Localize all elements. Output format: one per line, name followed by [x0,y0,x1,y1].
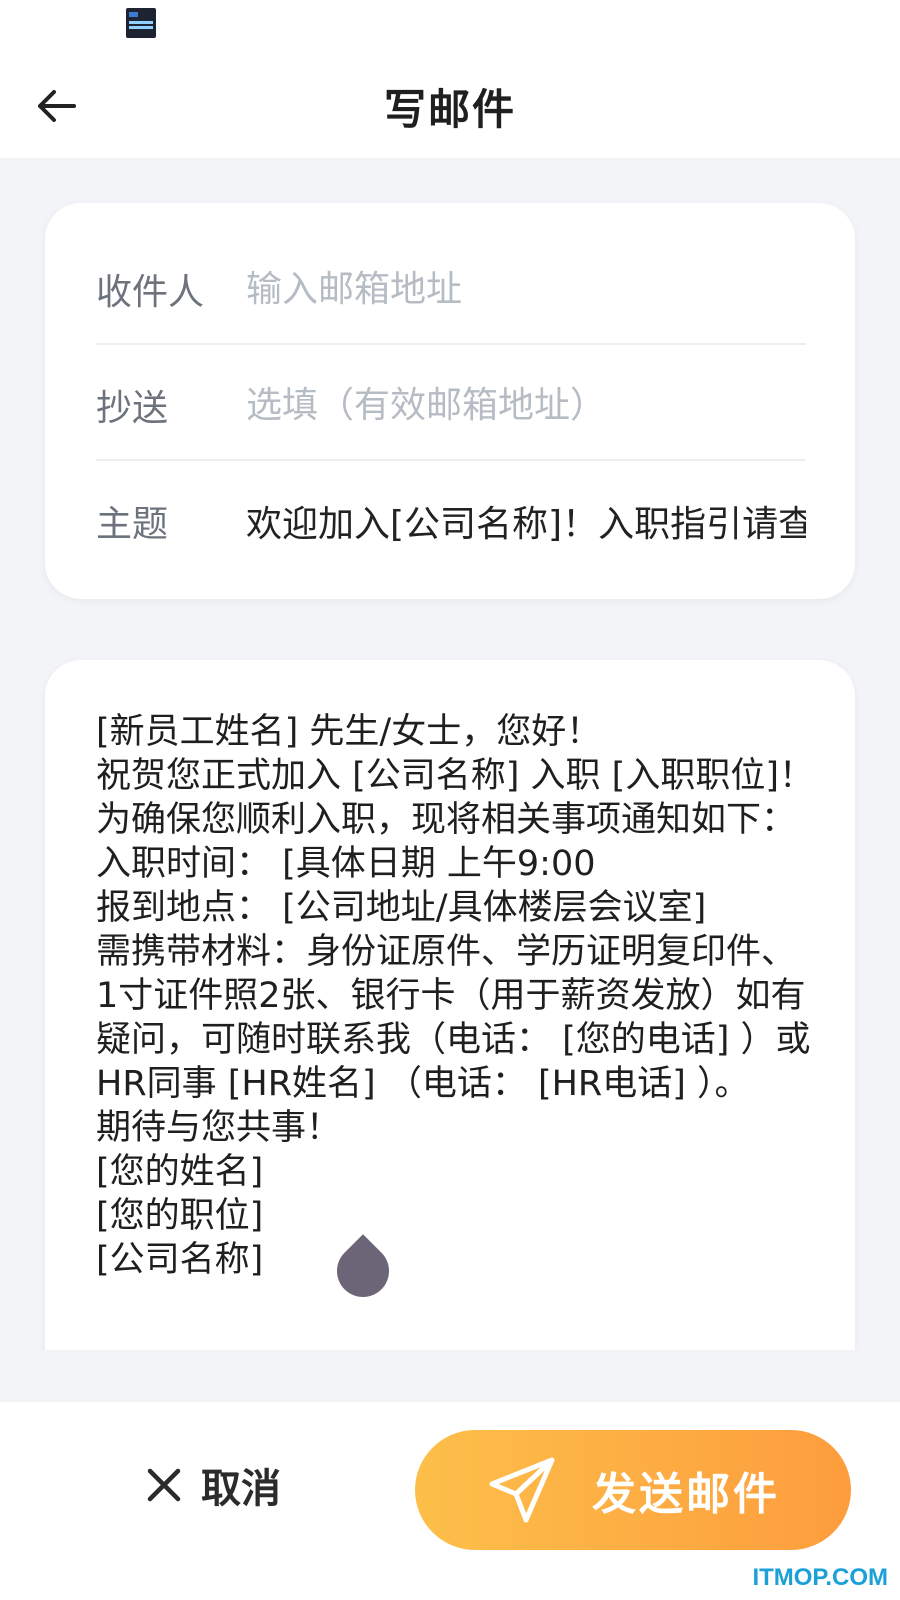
subject-row: 主题 [96,463,806,579]
subject-label: 主题 [96,504,169,545]
body-card-bottom-bg [0,1350,900,1402]
status-bar [0,0,900,56]
watermark: ITMOP.COM [752,1564,888,1591]
cancel-button[interactable]: 取消 [145,1440,305,1530]
page-title: 写邮件 [383,85,516,134]
divider [96,343,806,345]
notification-app-icon [126,8,156,38]
recipient-input[interactable] [246,259,806,319]
message-body-card: [新员工姓名] 先生/女士，您好！ 祝贺您正式加入 [公司名称] 入职 [入职职… [45,660,855,1360]
message-body-textarea[interactable]: [新员工姓名] 先生/女士，您好！ 祝贺您正式加入 [公司名称] 入职 [入职职… [96,710,816,1320]
address-fields-card: 收件人 抄送 主题 [45,203,855,599]
send-plane-icon [489,1457,555,1523]
action-bar: 取消 发送邮件 ITMOP.COM [0,1402,900,1600]
cancel-label: 取消 [201,1466,281,1512]
app-header: 写邮件 [0,56,900,158]
close-icon [147,1468,181,1502]
recipient-row: 收件人 [96,231,806,347]
cc-input[interactable] [246,375,806,435]
recipient-label: 收件人 [96,272,205,313]
subject-input[interactable] [246,491,806,551]
divider [96,459,806,461]
send-button[interactable]: 发送邮件 [415,1430,851,1550]
cc-label: 抄送 [96,388,169,429]
cc-row: 抄送 [96,347,806,463]
send-label: 发送邮件 [592,1469,780,1520]
